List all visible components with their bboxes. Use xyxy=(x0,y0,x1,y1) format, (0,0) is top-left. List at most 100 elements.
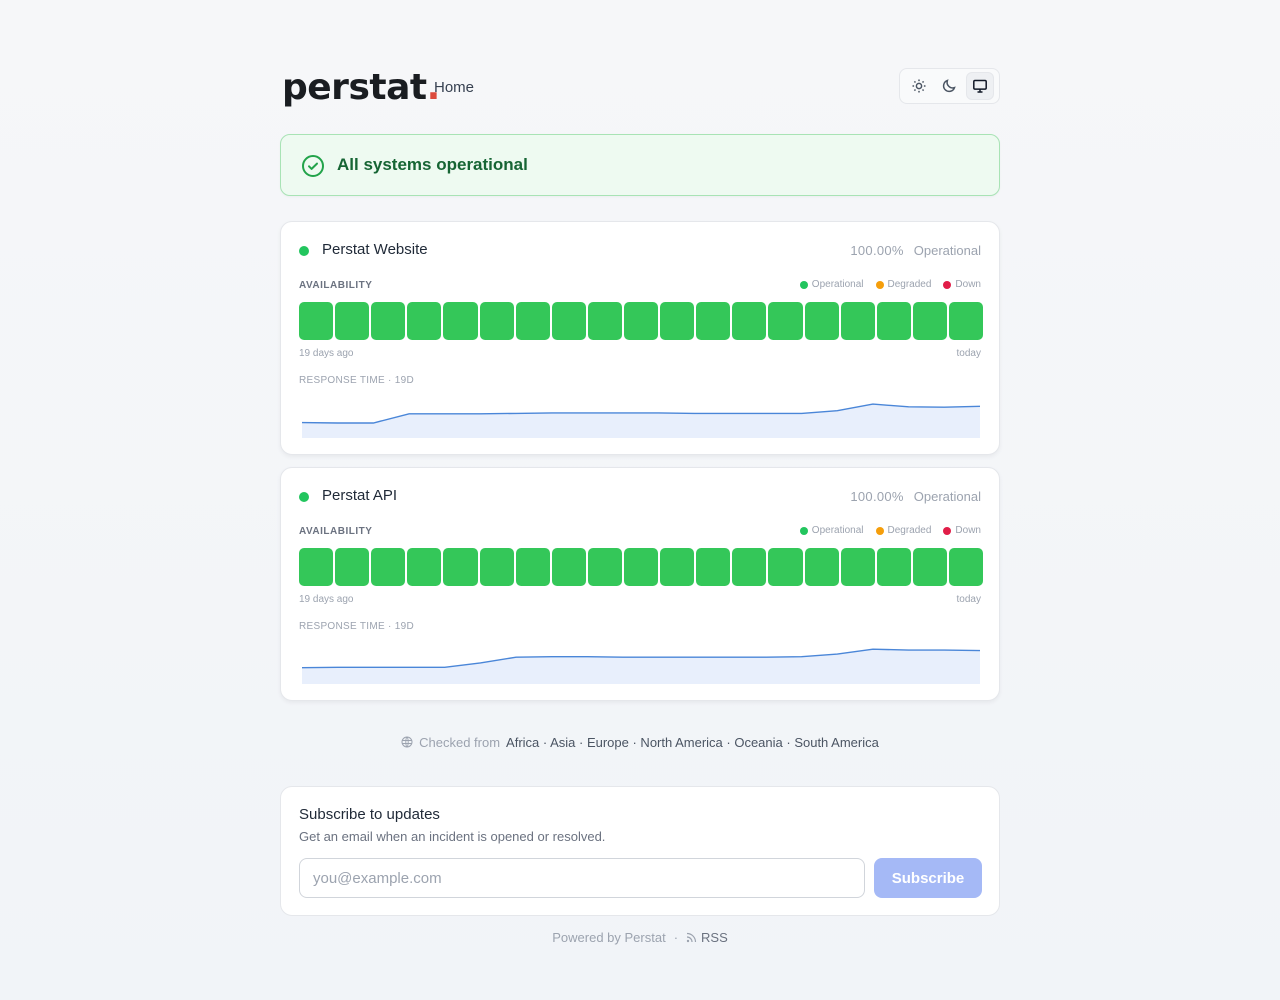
logo[interactable]: perstat. xyxy=(282,68,440,108)
checked-from-label: Checked from xyxy=(419,735,501,750)
legend-label: Down xyxy=(955,525,981,536)
subscribe-button[interactable]: Subscribe xyxy=(874,858,982,898)
theme-light-button[interactable] xyxy=(905,72,933,100)
legend-dot-down xyxy=(943,526,952,535)
theme-system-button[interactable] xyxy=(965,72,994,100)
availability-day-bar[interactable] xyxy=(912,548,947,586)
legend-degraded: Degraded xyxy=(875,279,932,290)
monitor-card: Perstat API 100.00% Operational AVAILABIL… xyxy=(280,467,1000,701)
monitor-icon xyxy=(972,79,987,93)
availability-day-bar[interactable] xyxy=(948,302,984,340)
availability-day-bar[interactable] xyxy=(660,302,695,340)
availability-bars xyxy=(299,548,984,586)
subscribe-card: Subscribe to updates Get an email when a… xyxy=(280,786,1000,916)
availability-day-bar[interactable] xyxy=(768,302,803,340)
availability-day-bar[interactable] xyxy=(840,302,875,340)
availability-day-bar[interactable] xyxy=(515,548,550,586)
page-header: perstat. Home xyxy=(280,68,1000,108)
legend-label: Operational xyxy=(811,279,864,290)
monitor-name: Perstat Website xyxy=(322,241,428,258)
monitor-name: Perstat API xyxy=(322,487,398,504)
monitor-summary: 100.00% Operational xyxy=(850,489,981,504)
availability-day-bar[interactable] xyxy=(912,302,947,340)
legend-label: Down xyxy=(955,279,981,290)
range-start-label: 19 days ago xyxy=(299,348,354,359)
availability-day-bar[interactable] xyxy=(371,302,406,340)
availability-day-bar[interactable] xyxy=(551,302,586,340)
availability-day-bar[interactable] xyxy=(696,548,731,586)
availability-legend: Operational Degraded Down xyxy=(799,525,981,536)
availability-day-bar[interactable] xyxy=(732,302,767,340)
monitor-status-dot xyxy=(299,246,309,256)
availability-label: AVAILABILITY xyxy=(299,280,373,291)
availability-day-bar[interactable] xyxy=(407,548,442,586)
legend-label: Degraded xyxy=(887,525,932,536)
page-footer: Powered by Perstat · RSS xyxy=(280,930,1000,945)
availability-day-bar[interactable] xyxy=(876,548,911,586)
availability-day-bar[interactable] xyxy=(587,302,622,340)
availability-day-bar[interactable] xyxy=(335,548,370,586)
rss-label: RSS xyxy=(701,930,728,945)
availability-day-bar[interactable] xyxy=(768,548,803,586)
availability-day-bar[interactable] xyxy=(660,548,695,586)
logo-text: perstat xyxy=(282,67,427,108)
availability-day-bar[interactable] xyxy=(335,302,370,340)
monitor-status-dot xyxy=(299,492,309,502)
range-start-label: 19 days ago xyxy=(299,594,354,605)
moon-icon xyxy=(943,79,957,93)
availability-day-bar[interactable] xyxy=(804,302,839,340)
monitor-summary: 100.00% Operational xyxy=(850,243,981,258)
response-time-area xyxy=(302,404,980,438)
response-time-area xyxy=(302,649,980,684)
powered-by-link[interactable]: Powered by Perstat xyxy=(552,930,665,945)
availability-day-bar[interactable] xyxy=(443,548,478,586)
availability-day-bar[interactable] xyxy=(479,302,514,340)
availability-day-bar[interactable] xyxy=(515,302,550,340)
legend-down: Down xyxy=(943,525,981,536)
availability-day-bar[interactable] xyxy=(551,548,586,586)
rss-icon xyxy=(686,932,697,943)
availability-day-bar[interactable] xyxy=(371,548,406,586)
availability-day-bar[interactable] xyxy=(299,548,334,586)
monitor-status-text: Operational xyxy=(913,243,981,258)
availability-day-bar[interactable] xyxy=(696,302,731,340)
availability-day-bar[interactable] xyxy=(407,302,442,340)
theme-switcher xyxy=(899,68,1000,104)
availability-day-bar[interactable] xyxy=(948,548,984,586)
nav-home-link[interactable]: Home xyxy=(434,79,474,96)
rss-link[interactable]: RSS xyxy=(686,930,728,945)
availability-day-bar[interactable] xyxy=(876,302,911,340)
response-time-label: RESPONSE TIME · 19D xyxy=(299,621,414,632)
availability-day-bar[interactable] xyxy=(443,302,478,340)
availability-label: AVAILABILITY xyxy=(299,526,373,537)
legend-degraded: Degraded xyxy=(875,525,932,536)
subscribe-title: Subscribe to updates xyxy=(299,806,440,823)
theme-dark-button[interactable] xyxy=(935,72,963,100)
footer-separator: · xyxy=(673,930,679,945)
response-time-chart xyxy=(301,403,981,438)
availability-day-bar[interactable] xyxy=(479,548,514,586)
overall-status-text: All systems operational xyxy=(337,155,528,174)
availability-day-bar[interactable] xyxy=(804,548,839,586)
monitor-uptime: 100.00% xyxy=(850,489,904,504)
availability-day-bar[interactable] xyxy=(587,548,622,586)
check-circle-icon xyxy=(302,155,324,177)
email-field[interactable] xyxy=(299,858,865,898)
overall-status-banner: All systems operational xyxy=(280,134,1000,196)
availability-legend: Operational Degraded Down xyxy=(799,279,981,290)
legend-label: Operational xyxy=(811,525,864,536)
legend-label: Degraded xyxy=(887,279,932,290)
availability-day-bar[interactable] xyxy=(732,548,767,586)
monitor-status-text: Operational xyxy=(913,489,981,504)
legend-dot-down xyxy=(943,280,952,289)
availability-day-bar[interactable] xyxy=(623,548,659,586)
legend-dot-operational xyxy=(799,526,808,535)
availability-day-bar[interactable] xyxy=(623,302,659,340)
monitor-card: Perstat Website 100.00% Operational AVAIL… xyxy=(280,221,1000,455)
availability-bars xyxy=(299,302,984,340)
availability-day-bar[interactable] xyxy=(840,548,875,586)
availability-day-bar[interactable] xyxy=(299,302,334,340)
response-time-label: RESPONSE TIME · 19D xyxy=(299,375,414,386)
legend-dot-degraded xyxy=(875,526,884,535)
range-end-label: today xyxy=(956,594,981,605)
